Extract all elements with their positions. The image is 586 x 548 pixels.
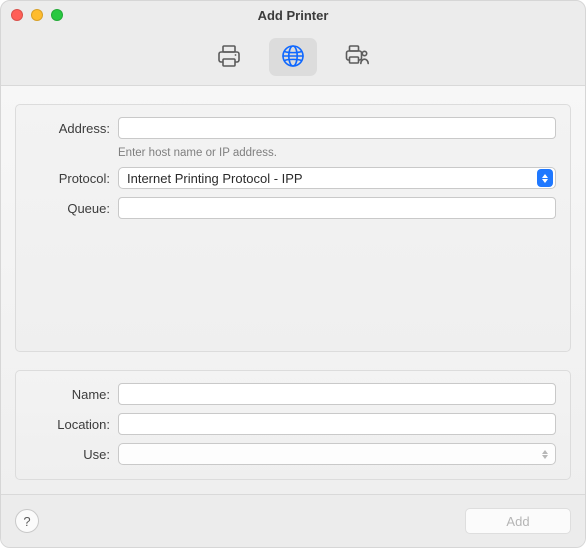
default-printer-tab[interactable]	[205, 38, 253, 76]
globe-icon	[280, 43, 306, 72]
updown-stepper-icon	[537, 169, 553, 187]
windows-printer-tab[interactable]	[333, 38, 381, 76]
use-select[interactable]	[118, 443, 556, 465]
zoom-window-button[interactable]	[51, 9, 63, 21]
footer: ? Add	[1, 494, 585, 547]
help-icon: ?	[23, 514, 30, 529]
help-button[interactable]: ?	[15, 509, 39, 533]
printer-icon	[216, 43, 242, 72]
title-bar: Add Printer	[1, 1, 585, 29]
add-button-label: Add	[506, 514, 529, 529]
name-label: Name:	[30, 387, 118, 402]
add-printer-window: Add Printer	[0, 0, 586, 548]
updown-stepper-icon	[537, 445, 553, 463]
address-hint: Enter host name or IP address.	[118, 147, 556, 159]
name-input[interactable]	[118, 383, 556, 405]
queue-label: Queue:	[30, 201, 118, 216]
use-label: Use:	[30, 447, 118, 462]
minimize-window-button[interactable]	[31, 9, 43, 21]
window-title: Add Printer	[1, 8, 585, 23]
address-label: Address:	[30, 121, 118, 136]
location-input[interactable]	[118, 413, 556, 435]
details-group: Name: Location: Use:	[15, 370, 571, 480]
protocol-select[interactable]: Internet Printing Protocol - IPP	[118, 167, 556, 189]
protocol-label: Protocol:	[30, 171, 118, 186]
ip-printer-tab[interactable]	[269, 38, 317, 76]
address-input[interactable]	[118, 117, 556, 139]
shared-printer-icon	[344, 43, 370, 72]
protocol-value: Internet Printing Protocol - IPP	[127, 171, 537, 186]
dialog-body: Address: Enter host name or IP address. …	[1, 86, 585, 494]
add-button[interactable]: Add	[465, 508, 571, 534]
location-label: Location:	[30, 417, 118, 432]
printer-type-toolbar	[1, 29, 585, 86]
queue-input[interactable]	[118, 197, 556, 219]
window-controls	[11, 9, 63, 21]
connection-group: Address: Enter host name or IP address. …	[15, 104, 571, 352]
close-window-button[interactable]	[11, 9, 23, 21]
